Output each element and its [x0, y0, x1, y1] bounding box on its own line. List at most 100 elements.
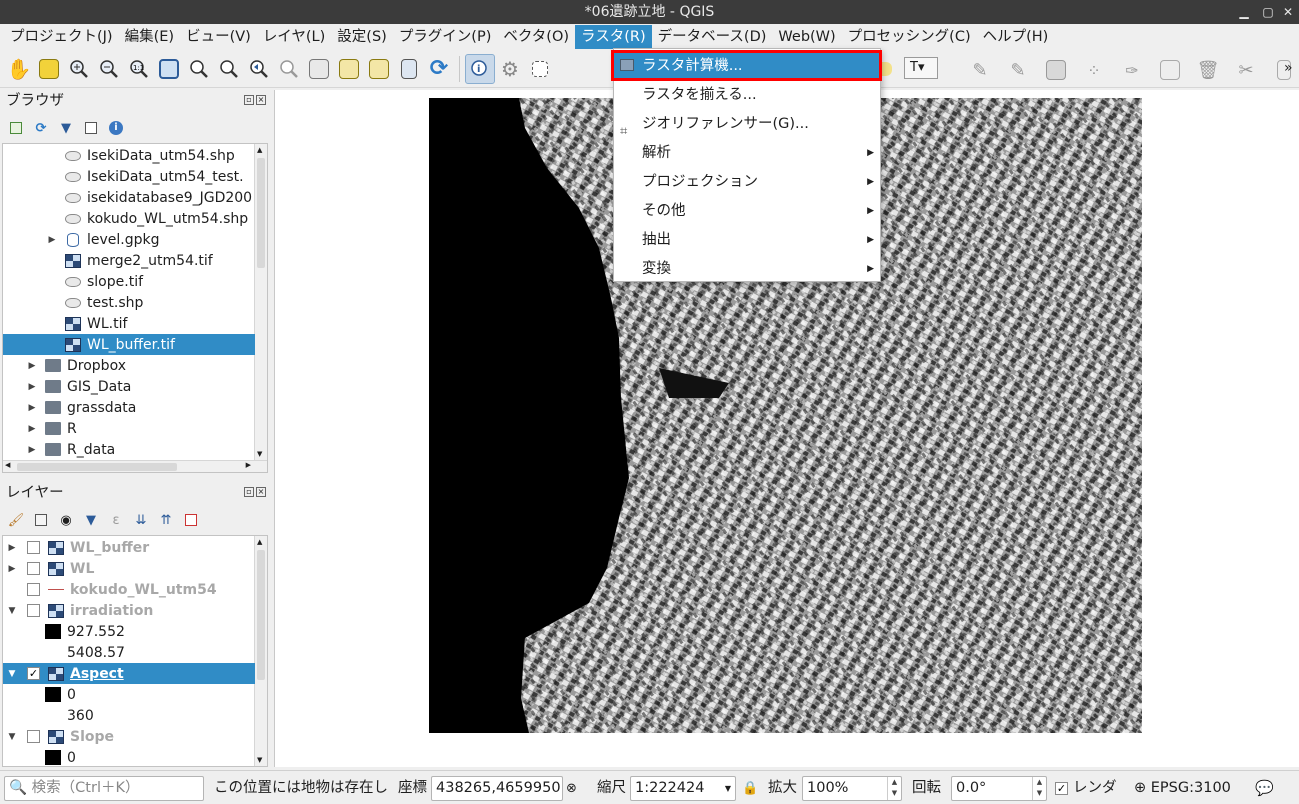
browser-item[interactable]: ▶ grassdata	[3, 397, 255, 418]
undock-icon[interactable]: ▫	[244, 487, 254, 497]
actions-gear-icon[interactable]: ⚙	[495, 54, 525, 84]
filter-legend-icon[interactable]: ▼	[81, 510, 101, 530]
browser-item[interactable]: ▶ Dropbox	[3, 355, 255, 376]
raster-menu-item[interactable]: 変換 ▶	[614, 255, 880, 283]
bookmark-book-icon[interactable]	[394, 54, 424, 84]
layer-item[interactable]: ▼ Slope	[3, 726, 255, 747]
coordinate-field[interactable]: 438265,4659950	[431, 776, 563, 801]
menu-item[interactable]: ラスタ(R)	[575, 25, 652, 49]
expand-caret-icon[interactable]: ▶	[7, 543, 17, 553]
new-map-view-icon[interactable]	[304, 54, 334, 84]
add-group-icon[interactable]	[31, 510, 51, 530]
layers-tree[interactable]: ▲ ▼ ▶ WL_buffer ▶ WL kokudo_WL_utm54 ▼ irradia…	[2, 535, 268, 767]
expand-all-icon[interactable]: ⇊	[131, 510, 151, 530]
browser-item[interactable]: test.shp	[3, 292, 255, 313]
lock-scale-icon[interactable]: 🔒	[742, 776, 758, 801]
browser-item[interactable]: merge2_utm54.tif	[3, 250, 255, 271]
crs-status[interactable]: ⊕ EPSG:3100	[1134, 776, 1231, 801]
messages-icon[interactable]: 💬	[1255, 776, 1274, 801]
browser-vertical-scrollbar[interactable]: ▲ ▼	[254, 144, 267, 460]
menu-item[interactable]: 設定(S)	[331, 25, 393, 49]
expand-caret-icon[interactable]: ▼	[7, 732, 17, 742]
layer-item[interactable]: 360	[3, 705, 255, 726]
zoom-to-layer-icon[interactable]	[214, 54, 244, 84]
minimize-icon[interactable]: ▁	[1232, 0, 1256, 24]
expand-caret-icon[interactable]: ▶	[27, 445, 37, 455]
menu-item[interactable]: プロジェクト(J)	[4, 25, 119, 49]
new-bookmark-icon[interactable]	[334, 54, 364, 84]
vertex-tool-icon[interactable]: ✑	[1117, 55, 1147, 85]
spinbox-arrows-icon[interactable]: ▲ ▼	[887, 777, 901, 800]
render-toggle[interactable]: ✓ レンダ	[1055, 776, 1117, 801]
layers-vertical-scrollbar[interactable]: ▲ ▼	[254, 536, 267, 766]
close-panel-icon[interactable]: ×	[256, 95, 266, 105]
expression-filter-icon[interactable]: ε	[106, 510, 126, 530]
layer-item[interactable]: 927.552	[3, 621, 255, 642]
layer-item[interactable]: ▶ WL	[3, 558, 255, 579]
pan-to-selection-icon[interactable]	[34, 54, 64, 84]
raster-menu-item[interactable]: 解析 ▶	[614, 139, 880, 167]
add-selected-layers-icon[interactable]	[6, 118, 26, 138]
text-annotation-balloon-icon[interactable]	[880, 55, 904, 83]
digitize-pencil-icon[interactable]: ✎	[965, 55, 995, 85]
refresh-icon[interactable]: ⟳	[424, 54, 454, 84]
zoom-to-selection-icon[interactable]	[184, 54, 214, 84]
menu-item[interactable]: ビュー(V)	[180, 25, 257, 49]
rotation-spinbox[interactable]: 0.0° ▲ ▼	[951, 776, 1047, 801]
layer-item[interactable]: 5408.57	[3, 642, 255, 663]
menu-item[interactable]: プロセッシング(C)	[842, 25, 977, 49]
layer-item[interactable]: kokudo_WL_utm54	[3, 579, 255, 600]
raster-menu-item[interactable]: 抽出 ▶	[614, 226, 880, 254]
layer-visibility-checkbox[interactable]	[27, 562, 40, 575]
zoom-in-icon[interactable]	[64, 54, 94, 84]
layer-visibility-checkbox[interactable]	[27, 730, 40, 743]
menu-item[interactable]: Web(W)	[772, 25, 841, 49]
collapse-all-icon[interactable]: ⇈	[156, 510, 176, 530]
toolbar-overflow-icon[interactable]: »	[1284, 60, 1293, 76]
raster-menu-item[interactable]: プロジェクション ▶	[614, 168, 880, 196]
browser-item[interactable]: WL.tif	[3, 313, 255, 334]
menu-item[interactable]: ヘルプ(H)	[977, 25, 1055, 49]
browser-tree[interactable]: ▲ ▼ ◀ ▶ IsekiData_utm54.shp IsekiData_utm…	[2, 143, 268, 473]
expand-caret-icon[interactable]: ▶	[27, 382, 37, 392]
raster-menu-item[interactable]: その他 ▶	[614, 197, 880, 225]
expand-caret-icon[interactable]: ▶	[7, 564, 17, 574]
layer-item[interactable]: ▼ ✓ Aspect	[3, 663, 255, 684]
browser-item[interactable]: IsekiData_utm54_test.	[3, 166, 255, 187]
scale-combobox[interactable]: 1:222424 ▼	[630, 776, 736, 801]
menu-item[interactable]: ベクタ(O)	[497, 25, 575, 49]
filter-icon[interactable]: ▼	[56, 118, 76, 138]
close-panel-icon[interactable]: ×	[256, 487, 266, 497]
layer-visibility-checkbox[interactable]	[27, 604, 40, 617]
browser-item[interactable]: kokudo_WL_utm54.shp	[3, 208, 255, 229]
pan-icon[interactable]: ✋	[4, 54, 34, 84]
magnifier-spinbox[interactable]: 100% ▲ ▼	[802, 776, 902, 801]
spinbox-arrows-icon[interactable]: ▲ ▼	[1032, 777, 1046, 800]
browser-item[interactable]: ▶ GIS_Data	[3, 376, 255, 397]
locator-search-input[interactable]: 🔍 検索（Ctrl＋K）	[4, 776, 204, 801]
raster-menu-item[interactable]: ラスタを揃える...	[614, 81, 880, 109]
refresh-icon[interactable]: ⟳	[31, 118, 51, 138]
visibility-eye-icon[interactable]: ◉	[56, 510, 76, 530]
properties-info-icon[interactable]: i	[106, 118, 126, 138]
menu-item[interactable]: レイヤ(L)	[257, 25, 331, 49]
browser-item[interactable]: WL_buffer.tif	[3, 334, 255, 355]
select-features-icon[interactable]	[525, 54, 555, 84]
cut-features-icon[interactable]: ✂	[1231, 55, 1261, 85]
layer-visibility-checkbox[interactable]	[27, 541, 40, 554]
menu-item[interactable]: 編集(E)	[119, 25, 180, 49]
zoom-out-icon[interactable]	[94, 54, 124, 84]
menu-item[interactable]: プラグイン(P)	[393, 25, 498, 49]
expand-caret-icon[interactable]: ▼	[7, 606, 17, 616]
layer-item[interactable]: ▼ irradiation	[3, 600, 255, 621]
expand-caret-icon[interactable]: ▶	[27, 424, 37, 434]
modify-attributes-icon[interactable]	[1155, 55, 1185, 85]
edit-pencil-icon[interactable]: ✎	[1003, 55, 1033, 85]
layer-item[interactable]: 0	[3, 747, 255, 766]
coordinate-toggle-icon[interactable]: ⊗	[566, 776, 577, 801]
zoom-native-icon[interactable]: 1:1	[124, 54, 154, 84]
add-feature-icon[interactable]: ⁘	[1079, 55, 1109, 85]
expand-caret-icon[interactable]: ▼	[7, 669, 17, 679]
browser-horizontal-scrollbar[interactable]: ◀ ▶	[3, 460, 267, 472]
layer-item[interactable]: ▶ WL_buffer	[3, 537, 255, 558]
